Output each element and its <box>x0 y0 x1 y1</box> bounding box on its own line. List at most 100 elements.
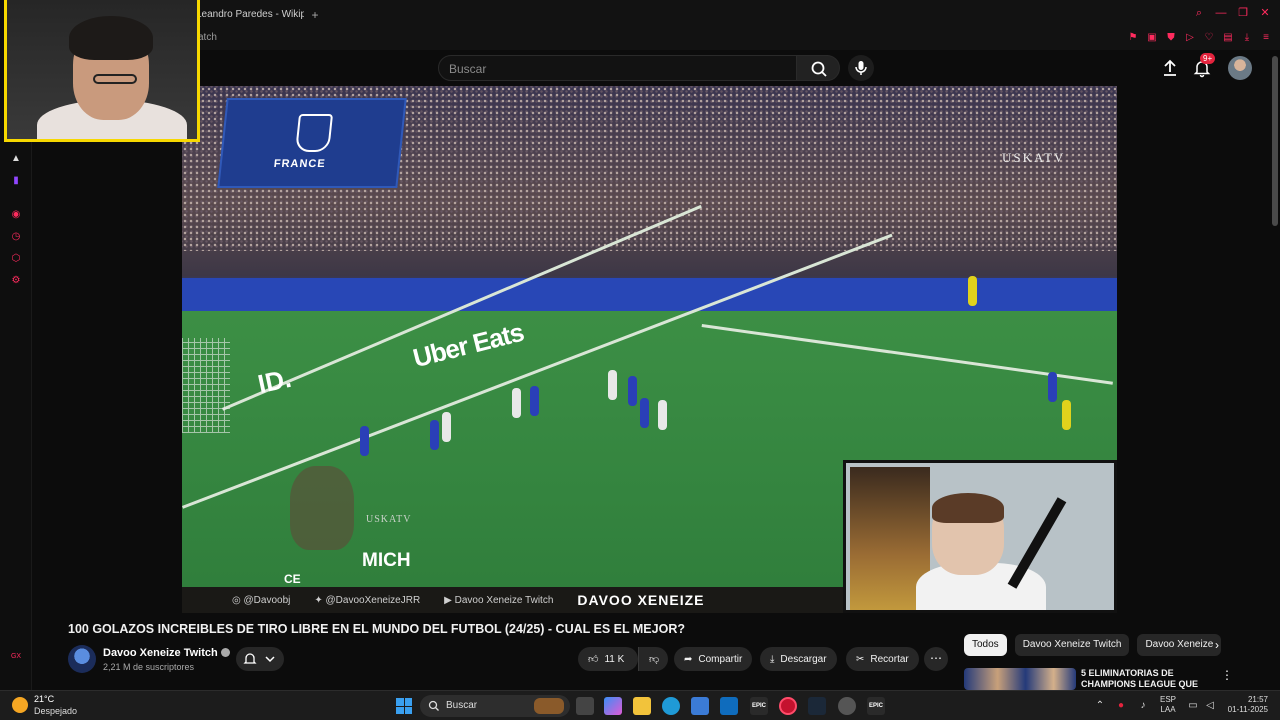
store-icon[interactable] <box>691 697 709 715</box>
youtube-handle: ▶ Davoo Xeneize Twitch <box>444 595 553 606</box>
player-blue <box>1048 372 1057 402</box>
chip-channel[interactable]: Davoo Xeneize Twitch <box>1014 634 1130 656</box>
epic-games-icon-2[interactable]: EPIC <box>867 697 885 715</box>
copilot-icon[interactable] <box>604 697 622 715</box>
windows-logo-icon <box>396 698 404 706</box>
task-view-icon[interactable] <box>576 697 594 715</box>
dislike-button[interactable]: 👎︎ <box>638 647 668 671</box>
like-button[interactable]: 👍︎ 11 K <box>578 647 638 671</box>
scissors-icon: ✂ <box>856 653 865 665</box>
channel-name-text[interactable]: Davoo Xeneize Twitch <box>103 647 218 659</box>
address-bar[interactable]: atch ⚑ ▣ ⛊ ▷ ♡ ▤ ⤓ ≡ <box>196 30 1280 50</box>
heart-icon[interactable]: ♡ <box>1203 31 1215 45</box>
clip-button[interactable]: ✂ Recortar <box>846 647 919 671</box>
bookmark-icon[interactable]: ⚑ <box>1127 31 1139 45</box>
weather-icon[interactable] <box>12 697 28 713</box>
clock-time: 21:57 <box>1247 695 1268 704</box>
video-title: 100 GOLAZOS INCREIBLES DE TIRO LIBRE EN … <box>68 622 685 636</box>
page-scrollbar[interactable] <box>1272 56 1278 226</box>
language-code: ESP <box>1160 695 1177 704</box>
account-avatar[interactable] <box>1228 56 1252 80</box>
tray-mic-icon[interactable]: ♪ <box>1136 699 1150 713</box>
wallet-icon[interactable]: ▤ <box>1222 31 1234 45</box>
download-label: Descargar <box>780 653 827 665</box>
search-tabs-icon[interactable]: ⌕ <box>1192 6 1206 20</box>
streamer-webcam-secondary <box>843 460 1117 613</box>
player-white <box>512 388 521 418</box>
steam-icon[interactable] <box>808 697 826 715</box>
player-icon[interactable]: ◉ <box>9 208 23 222</box>
settings-icon[interactable]: ⚙ <box>9 274 23 288</box>
goal-net <box>182 338 230 433</box>
twitch-icon[interactable]: ▮ <box>9 174 23 188</box>
video-player[interactable]: FRANCE USKATV Uber Eats ID. USKATV MICH … <box>182 86 1117 613</box>
menu-icon[interactable]: ≡ <box>1260 31 1272 45</box>
share-button[interactable]: ➦ Compartir <box>674 647 753 671</box>
notification-badge: 9+ <box>1200 53 1216 64</box>
taskbar-search[interactable]: Buscar <box>420 695 570 717</box>
opera-gx-icon[interactable] <box>779 697 797 715</box>
search-input[interactable]: Buscar <box>449 62 486 76</box>
tray-app-icon[interactable]: ● <box>1114 699 1128 713</box>
system-clock[interactable]: 21:57 01-11-2025 <box>1224 695 1268 715</box>
obs-icon[interactable] <box>838 697 856 715</box>
like-count: 11 K <box>604 653 625 665</box>
chip-all[interactable]: Todos <box>964 634 1007 656</box>
screenshot-icon[interactable]: ▣ <box>1146 31 1158 45</box>
minimize-icon[interactable]: — <box>1214 6 1228 20</box>
download-button[interactable]: ⤓ Descargar <box>760 647 837 671</box>
twitter-text: @DavooXeneizeJRR <box>325 594 421 606</box>
instagram-text: @Davoobj <box>243 594 291 606</box>
keyboard-layout: LAA <box>1160 705 1176 714</box>
recommended-more-icon[interactable]: ⋮ <box>1221 668 1233 682</box>
search-box[interactable]: Buscar <box>438 55 828 81</box>
channel-avatar[interactable] <box>68 645 96 673</box>
new-tab-icon[interactable]: + <box>308 8 322 22</box>
thumbs-down-icon: 👎︎ <box>649 654 660 665</box>
voice-search-button[interactable] <box>848 55 874 81</box>
taskbar-search-label: Buscar <box>446 700 478 711</box>
linesman <box>968 276 977 306</box>
volume-icon[interactable]: ◁ <box>1203 699 1217 713</box>
play-icon[interactable]: ▷ <box>1184 31 1196 45</box>
weather-temperature[interactable]: 21°C <box>34 694 54 704</box>
youtube-icon: ▶ <box>444 594 455 606</box>
edge-icon[interactable] <box>662 697 680 715</box>
extensions-icon[interactable]: ⬡ <box>9 252 23 266</box>
subscription-bell-button[interactable] <box>236 647 284 671</box>
search-highlight-icon <box>534 698 564 714</box>
chevron-right-icon[interactable]: › <box>1208 636 1226 654</box>
twitter-icon: ✦ <box>314 594 326 606</box>
network-icon[interactable]: ▭ <box>1186 699 1200 713</box>
shield-icon[interactable]: ⛊ <box>1165 31 1177 45</box>
youtube-header: Buscar 9+ <box>32 50 1270 86</box>
player-face-overlay <box>290 466 354 550</box>
close-icon[interactable]: ✕ <box>1258 6 1272 20</box>
create-button[interactable] <box>1160 58 1180 78</box>
download-icon[interactable]: ⤓ <box>1241 31 1253 45</box>
search-button[interactable] <box>796 55 840 81</box>
clock-date: 01-11-2025 <box>1227 705 1268 714</box>
start-button[interactable] <box>396 698 412 714</box>
channel-name[interactable]: Davoo Xeneize Twitch <box>103 647 230 659</box>
outlook-icon[interactable] <box>720 697 738 715</box>
gx-icon[interactable]: GX <box>9 650 23 664</box>
recommended-thumbnail[interactable] <box>964 668 1076 690</box>
browser-tab[interactable]: Leandro Paredes - Wikipe <box>196 6 304 26</box>
player-name-overlay-left: CE <box>284 572 301 586</box>
weather-description[interactable]: Despejado <box>34 706 77 716</box>
history-icon[interactable]: ◷ <box>9 230 23 244</box>
player-white <box>658 400 667 430</box>
webcam-hair <box>69 16 153 60</box>
player-name-overlay: MICH <box>362 550 411 571</box>
epic-games-icon[interactable]: EPIC <box>750 697 768 715</box>
file-explorer-icon[interactable] <box>633 697 651 715</box>
maximize-icon[interactable]: ❐ <box>1236 6 1250 20</box>
windows-taskbar: 21°C Despejado Buscar EPIC EPIC ⌃ ● ♪ ES… <box>0 690 1280 720</box>
subscriber-count: 2,21 M de suscriptores <box>103 662 195 672</box>
aria-icon[interactable]: ▲ <box>9 152 23 166</box>
input-language[interactable]: ESP LAA <box>1160 695 1176 715</box>
more-icon: ⋯ <box>930 651 942 665</box>
more-actions-button[interactable]: ⋯ <box>924 647 948 671</box>
tray-chevron-icon[interactable]: ⌃ <box>1093 699 1107 713</box>
